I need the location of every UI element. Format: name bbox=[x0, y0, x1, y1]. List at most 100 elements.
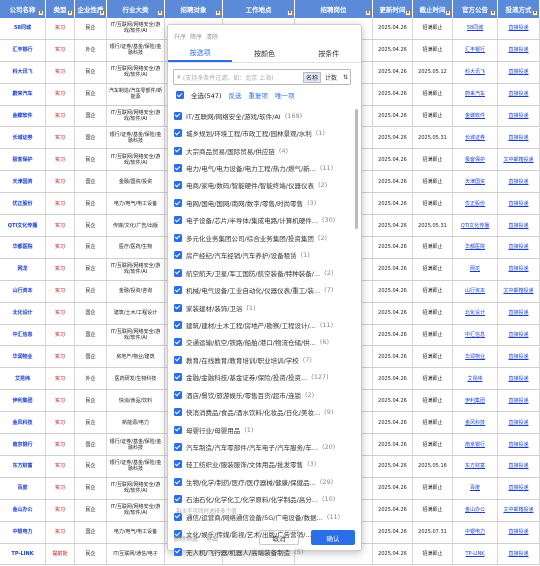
checkbox[interactable] bbox=[174, 477, 182, 486]
checkbox[interactable] bbox=[174, 373, 182, 382]
tab-by-condition[interactable]: 按条件 bbox=[297, 45, 361, 62]
header-cell[interactable]: 工作地点 ▾ bbox=[223, 0, 295, 18]
notice-cell[interactable]: 艾昆纬 bbox=[453, 368, 498, 390]
checkbox[interactable] bbox=[174, 443, 182, 452]
sort-desc-button[interactable]: 降序 bbox=[190, 32, 202, 41]
notice-cell[interactable]: 58同城 bbox=[453, 18, 498, 39]
cancel-button[interactable]: 取消 bbox=[259, 530, 299, 545]
checkbox[interactable] bbox=[174, 408, 182, 417]
header-cell[interactable]: 招聘岗位 ▾ bbox=[295, 0, 373, 18]
filter-dropdown-icon[interactable]: ▾ bbox=[38, 10, 44, 16]
apply-cell[interactable]: 直接投递 bbox=[498, 193, 540, 215]
checkbox[interactable] bbox=[174, 460, 182, 469]
header-cell[interactable]: 公司名称 ▾ bbox=[0, 0, 46, 18]
checkbox[interactable] bbox=[174, 216, 182, 225]
checkbox[interactable] bbox=[174, 547, 182, 556]
filter-option[interactable]: 酒店/餐饮/旅游娱乐/零售百货/超市/连锁 (2) bbox=[172, 386, 358, 403]
export-button[interactable]: 导出 bbox=[206, 534, 218, 543]
filter-option[interactable]: 家装建材/装饰/卫浴 (1) bbox=[172, 299, 358, 316]
filter-option[interactable]: 电网/国电/国网/南网/数字/零售/时尚零售 (3) bbox=[172, 194, 358, 211]
apply-cell[interactable]: 直接投递 bbox=[498, 412, 540, 434]
filter-option[interactable]: 多元化业务集团公司/综合业务集团/投资集团 (2) bbox=[172, 229, 358, 246]
filter-option[interactable]: IT/互联网/网络安全/游戏/软件/AI (169) bbox=[172, 107, 358, 124]
notice-cell[interactable]: 北化设计 bbox=[453, 302, 498, 324]
filter-option[interactable]: 电商/家电/数码/智能硬件/智能终端/仪器仪表 (2) bbox=[172, 177, 358, 194]
notice-cell[interactable]: 金蝶软件 bbox=[453, 105, 498, 127]
filter-option[interactable]: 建筑/建材/土木工程/房地产/勘察/工程设计/... (11) bbox=[172, 316, 358, 333]
checkbox[interactable] bbox=[174, 495, 182, 504]
apply-cell[interactable]: 直接投递 bbox=[498, 61, 540, 83]
checkbox[interactable] bbox=[174, 425, 182, 434]
filter-dropdown-icon[interactable]: ▾ bbox=[445, 10, 451, 16]
notice-cell[interactable]: 南京银行 bbox=[453, 434, 498, 455]
select-all-checkbox[interactable] bbox=[176, 91, 184, 99]
notice-cell[interactable]: 科大讯飞 bbox=[453, 61, 498, 83]
checkbox[interactable] bbox=[174, 146, 182, 155]
checkbox[interactable] bbox=[174, 251, 182, 260]
sort-by-count-button[interactable]: 计数 bbox=[323, 73, 339, 82]
filter-dropdown-icon[interactable]: ▾ bbox=[532, 10, 538, 16]
header-cell[interactable]: 企业性质 ▾ bbox=[75, 0, 107, 18]
apply-cell[interactable]: 直接投递 bbox=[498, 105, 540, 127]
notice-cell[interactable]: 蔚来汽车 bbox=[453, 83, 498, 105]
filter-option[interactable]: 母婴行业/母婴用品 (1) bbox=[172, 421, 358, 438]
filter-dropdown-icon[interactable]: ▾ bbox=[490, 10, 496, 16]
checkbox[interactable] bbox=[174, 111, 182, 120]
apply-cell[interactable]: 直接投递 bbox=[498, 456, 540, 477]
filter-option[interactable]: 生物/化学/制药/医疗/医疗器械/健康/保健品... (29) bbox=[172, 473, 358, 490]
notice-cell[interactable]: QTI文化传播 bbox=[453, 215, 498, 236]
apply-cell[interactable]: 直接投递 bbox=[498, 521, 540, 543]
notice-cell[interactable]: 金山办公 bbox=[453, 499, 498, 521]
filter-option[interactable]: 汽车制造/汽车零部件/汽车电子/汽车服务/车... (20) bbox=[172, 438, 358, 455]
duplicates-link[interactable]: 重复项 bbox=[248, 90, 268, 100]
sort-by-name-button[interactable]: 名称 bbox=[302, 71, 321, 83]
apply-cell[interactable]: 直接投递 bbox=[498, 18, 540, 39]
header-cell[interactable]: 类型 ▾ bbox=[46, 0, 75, 18]
notice-cell[interactable]: 长城证券 bbox=[453, 127, 498, 149]
apply-cell[interactable]: 直接投递 bbox=[498, 237, 540, 258]
filter-option[interactable]: 航空航天/卫星/军工国防/航空装备/特种装备/... (2) bbox=[172, 264, 358, 281]
checkbox[interactable] bbox=[174, 286, 182, 295]
filter-dropdown-icon[interactable]: ▾ bbox=[67, 10, 73, 16]
tab-by-color[interactable]: 按颜色 bbox=[232, 45, 296, 62]
notice-cell[interactable]: 山行资本 bbox=[453, 280, 498, 302]
filter-option[interactable]: 轻工纺织业/服装服饰/文体用品/批发零售 (3) bbox=[172, 456, 358, 473]
notice-cell[interactable]: 华润物业 bbox=[453, 346, 498, 368]
apply-cell[interactable]: 文中邮箱投递 bbox=[498, 149, 540, 171]
checkbox[interactable] bbox=[174, 320, 182, 329]
apply-cell[interactable]: 直接投递 bbox=[498, 434, 540, 455]
filter-option[interactable]: 大宗商品贸易/国际贸易/供应链 (4) bbox=[172, 142, 358, 159]
checkbox[interactable] bbox=[174, 268, 182, 277]
apply-cell[interactable]: 文中邮箱投递 bbox=[498, 280, 540, 302]
checkbox[interactable] bbox=[174, 129, 182, 138]
checkbox[interactable] bbox=[174, 233, 182, 242]
notice-cell[interactable]: 东方财富 bbox=[453, 456, 498, 477]
notice-cell[interactable]: 金风科技 bbox=[453, 412, 498, 434]
notice-cell[interactable]: 百度 bbox=[453, 477, 498, 499]
filter-dropdown-icon[interactable]: ▾ bbox=[365, 10, 371, 16]
sort-asc-button[interactable]: 升序 bbox=[174, 32, 186, 41]
apply-cell[interactable]: 直接投递 bbox=[498, 346, 540, 368]
apply-cell[interactable]: 直接投递 bbox=[498, 324, 540, 346]
apply-cell[interactable]: 直接投递 bbox=[498, 83, 540, 105]
apply-cell[interactable]: 直接投递 bbox=[498, 171, 540, 193]
filter-option[interactable]: 快消消费品/食品/酒水饮料/化妆品/日化/美妆... (9) bbox=[172, 403, 358, 420]
notice-cell[interactable]: 中银电力 bbox=[453, 521, 498, 543]
filter-dropdown-icon[interactable]: ▾ bbox=[405, 10, 411, 16]
filter-dropdown-icon[interactable]: ▾ bbox=[287, 10, 293, 16]
apply-cell[interactable]: 直接投递 bbox=[498, 543, 540, 565]
checkbox[interactable] bbox=[174, 164, 182, 173]
apply-cell[interactable]: 直接投递 bbox=[498, 477, 540, 499]
notice-cell[interactable]: TP-LINK bbox=[453, 543, 498, 565]
header-cell[interactable]: 招聘对象 ▾ bbox=[165, 0, 223, 18]
header-cell[interactable]: 官方公告 ▾ bbox=[453, 0, 498, 18]
filter-dropdown-icon[interactable]: ▾ bbox=[99, 10, 105, 16]
apply-cell[interactable]: 直接投递 bbox=[498, 368, 540, 390]
apply-cell[interactable]: 直接投递 bbox=[498, 127, 540, 149]
checkbox[interactable] bbox=[174, 181, 182, 190]
confirm-button[interactable]: 确认 bbox=[311, 530, 355, 545]
notice-cell[interactable]: 伊利集团 bbox=[453, 390, 498, 412]
filter-option[interactable]: 电子设备/芯片/半导体/集成电路/计算机硬件... (30) bbox=[172, 212, 358, 229]
header-cell[interactable]: 投递方式 ▾ bbox=[498, 0, 540, 18]
remove-filter-button[interactable]: 删除筛选 bbox=[174, 534, 198, 543]
